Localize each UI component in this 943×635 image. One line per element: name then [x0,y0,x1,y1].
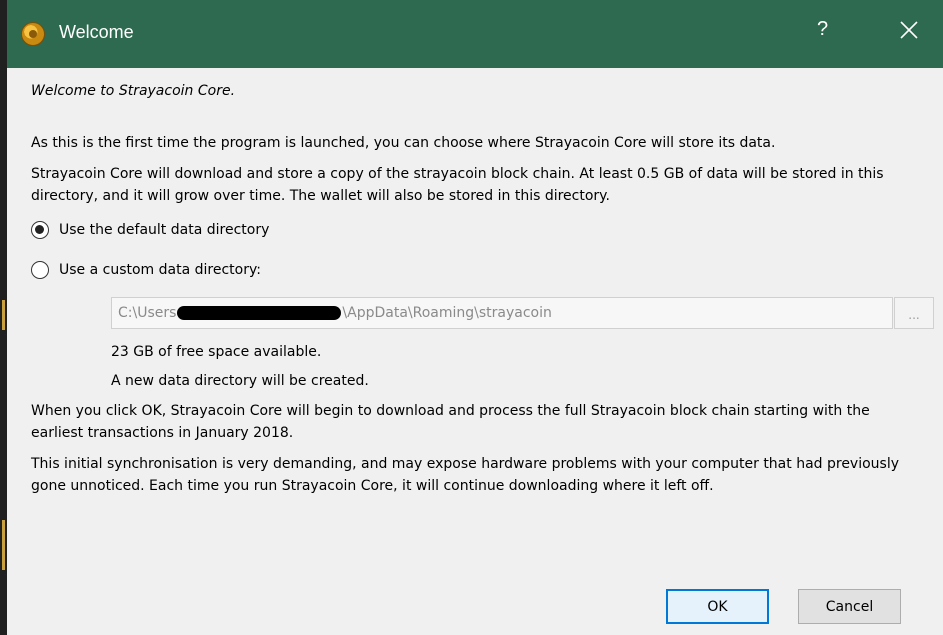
data-directory-field[interactable]: C:\Users \AppData\Roaming\strayacoin [111,297,893,329]
strayacoin-logo-icon [21,22,45,46]
ok-button[interactable]: OK [666,589,769,624]
close-button[interactable] [893,14,925,46]
radio-unchecked-icon [31,261,49,279]
help-button[interactable]: ? [817,18,828,41]
redacted-username [177,306,342,320]
custom-directory-label: Use a custom data directory: [59,262,261,278]
outer-window-edge [0,0,7,635]
cancel-button[interactable]: Cancel [798,589,901,624]
browse-button[interactable]: ... [894,297,934,329]
custom-directory-radio[interactable]: Use a custom data directory: [31,261,261,279]
edge-stripe [2,520,5,570]
storage-info-text: Strayacoin Core will download and store … [31,166,884,204]
edge-stripe [2,300,5,330]
intro-text: As this is the first time the program is… [31,135,776,151]
default-directory-radio[interactable]: Use the default data directory [31,221,269,239]
sync-warning-text: This initial synchronisation is very dem… [31,456,900,494]
radio-checked-icon [31,221,49,239]
default-directory-label: Use the default data directory [59,222,270,238]
window-title: Welcome [59,22,134,42]
title-bar: Welcome ? [7,0,943,68]
close-icon [900,21,918,39]
path-prefix: C:\Users [118,305,177,321]
new-directory-text: A new data directory will be created. [111,373,369,389]
dialog-content: Welcome to Strayacoin Core. As this is t… [7,68,943,635]
download-info-text: When you click OK, Strayacoin Core will … [31,403,870,441]
free-space-text: 23 GB of free space available. [111,344,322,360]
path-suffix: \AppData\Roaming\strayacoin [342,305,552,321]
welcome-heading: Welcome to Strayacoin Core. [31,83,236,99]
